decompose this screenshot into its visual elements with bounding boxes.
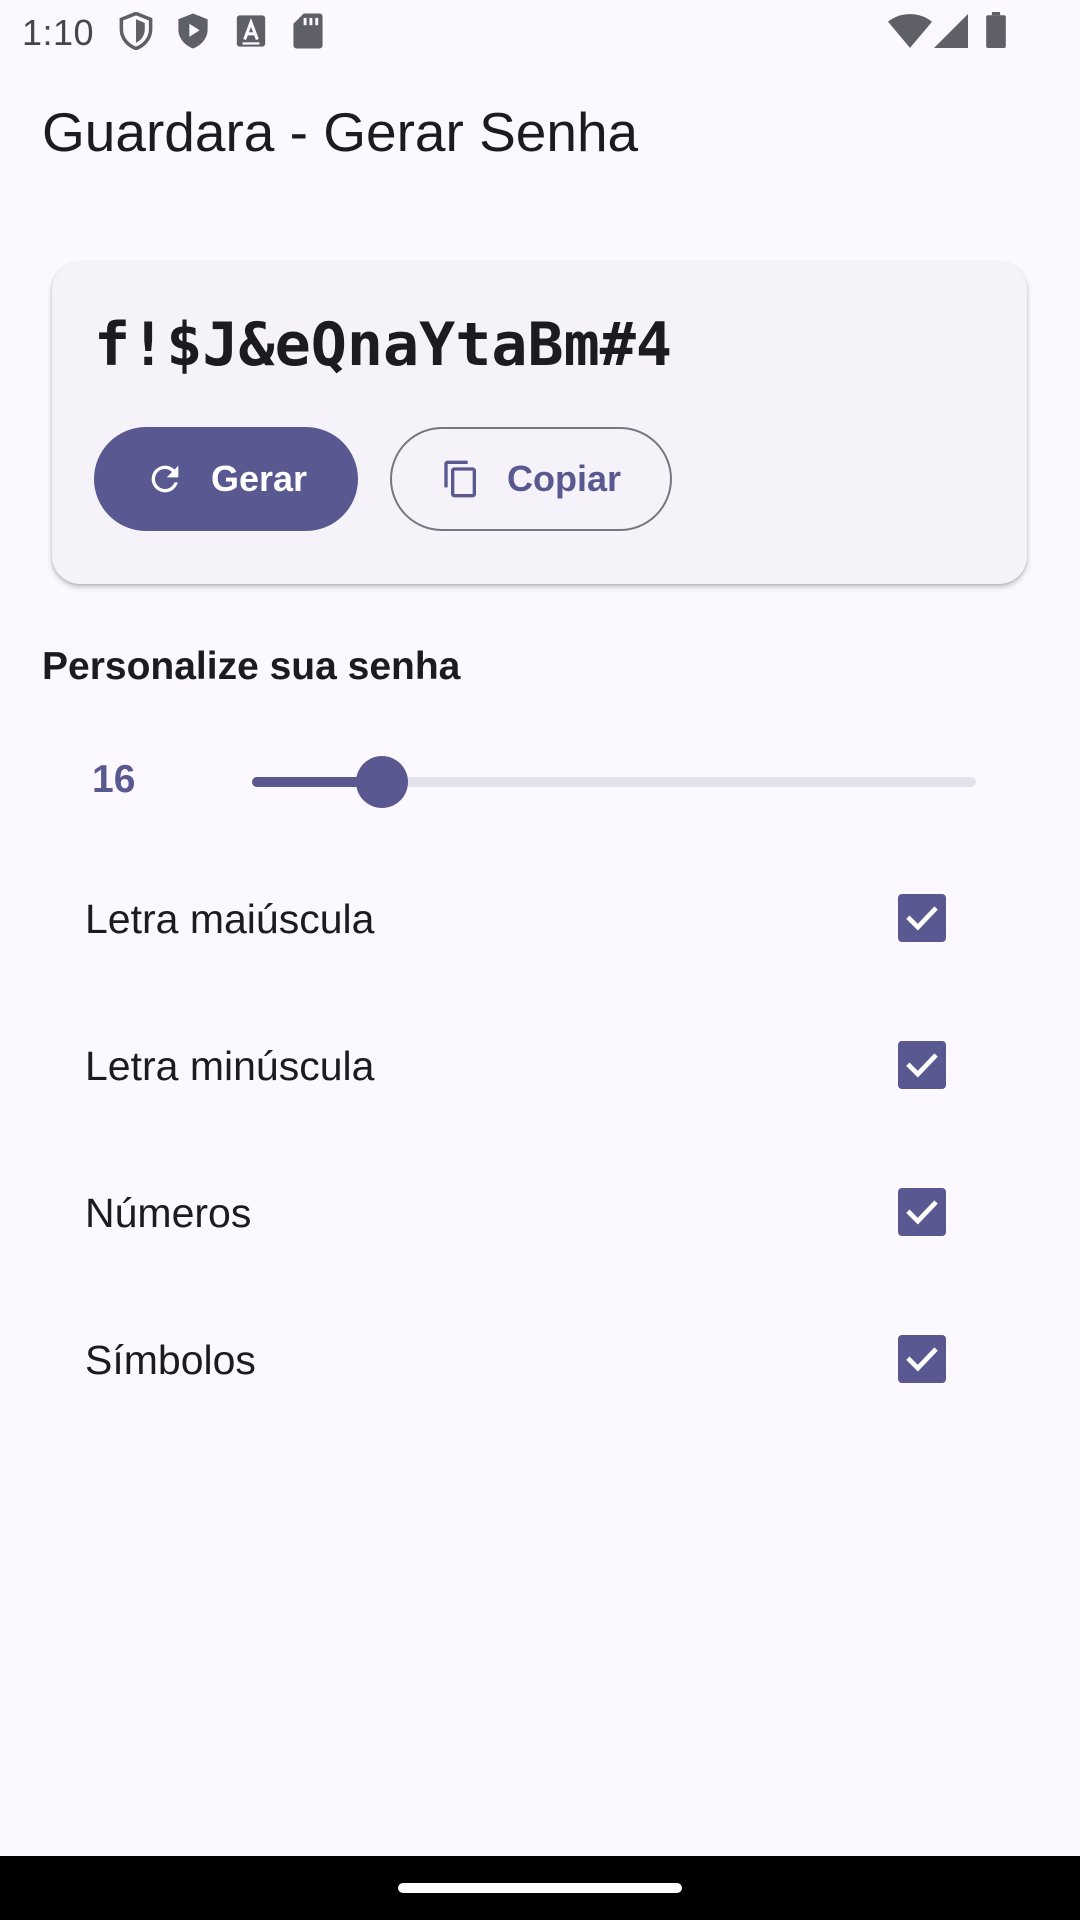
option-label: Números	[85, 1190, 252, 1236]
sd-card-icon	[292, 12, 324, 50]
option-label: Letra maiúscula	[85, 896, 375, 942]
play-protect-icon	[175, 12, 211, 50]
wifi-icon	[888, 14, 932, 52]
status-time: 1:10	[22, 12, 95, 53]
check-icon	[906, 1200, 938, 1225]
option-row[interactable]: Letra minúscula	[0, 1015, 1080, 1115]
copy-icon	[441, 459, 481, 499]
text-a-icon	[234, 12, 268, 50]
generated-password: f!$J&eQnaYtaBm#4	[94, 310, 672, 380]
section-title: Personalize sua senha	[42, 645, 461, 688]
generate-button[interactable]: Gerar	[94, 427, 358, 531]
battery-icon	[986, 12, 1006, 50]
option-row[interactable]: Letra maiúscula	[0, 868, 1080, 968]
page-title: Guardara - Gerar Senha	[42, 101, 639, 163]
length-value: 16	[92, 758, 136, 801]
screen: 1:10 Guardara - Gerar Senha f!$J&eQnaYta…	[0, 0, 1080, 1920]
option-label: Letra minúscula	[85, 1043, 375, 1089]
cellular-signal-icon	[934, 14, 968, 52]
check-icon	[906, 1347, 938, 1372]
copy-button[interactable]: Copiar	[390, 427, 672, 531]
password-card: f!$J&eQnaYtaBm#4 Gerar Copiar	[52, 262, 1027, 584]
check-icon	[906, 1053, 938, 1078]
option-row[interactable]: Números	[0, 1162, 1080, 1262]
option-row[interactable]: Símbolos	[0, 1309, 1080, 1409]
check-icon	[906, 906, 938, 931]
slider-thumb[interactable]	[356, 756, 409, 808]
option-label: Símbolos	[85, 1337, 256, 1383]
generate-button-label: Gerar	[210, 458, 308, 499]
shield-icon	[118, 12, 154, 50]
option-checkbox[interactable]	[898, 1335, 946, 1383]
copy-button-label: Copiar	[506, 458, 621, 499]
home-handle[interactable]	[398, 1883, 682, 1893]
option-checkbox[interactable]	[898, 1188, 946, 1236]
status-bar: 1:10	[0, 0, 1080, 62]
refresh-icon	[145, 459, 185, 499]
option-checkbox[interactable]	[898, 894, 946, 942]
length-slider[interactable]	[252, 752, 976, 812]
option-checkbox[interactable]	[898, 1041, 946, 1089]
